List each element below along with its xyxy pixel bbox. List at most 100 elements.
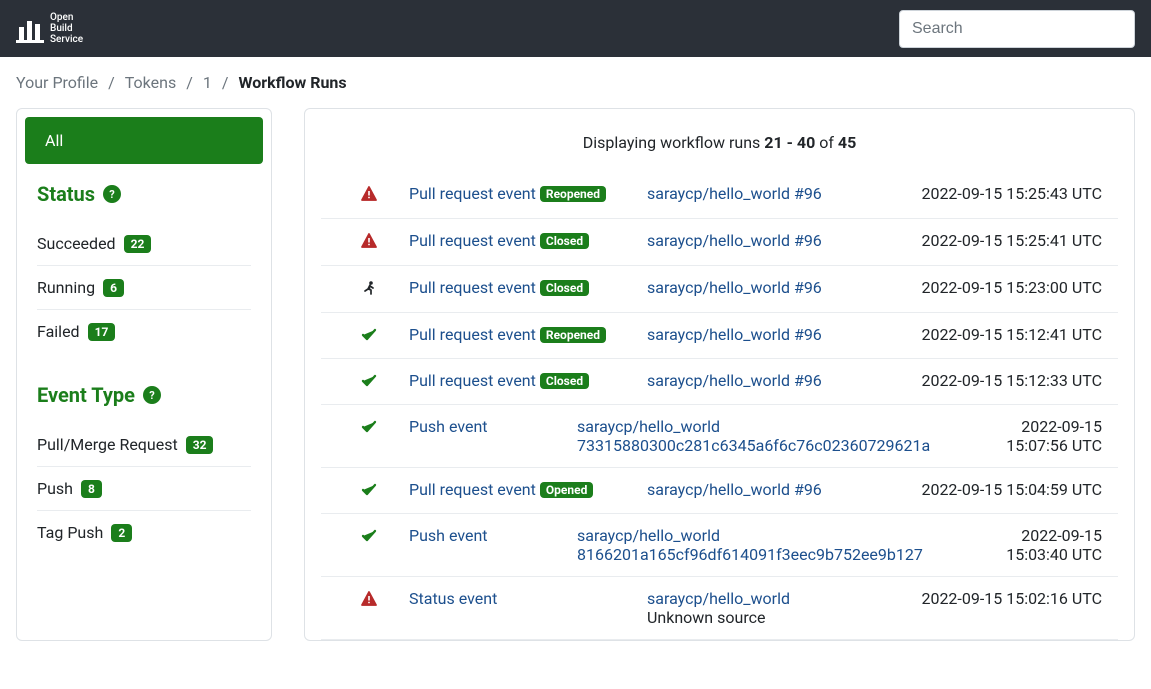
timestamp: 2022-09-15 15:07:56 UTC xyxy=(962,417,1102,455)
table-row[interactable]: Pull request eventReopened saraycp/hello_… xyxy=(321,172,1118,219)
filter-failed[interactable]: Failed 17 xyxy=(37,310,251,353)
breadcrumb-link-token-id[interactable]: 1 xyxy=(203,73,212,92)
filter-succeeded[interactable]: Succeeded 22 xyxy=(37,222,251,266)
status-icon-cell xyxy=(337,417,401,438)
status-section: Status ? Succeeded 22 Running 6 Failed 1… xyxy=(17,182,271,369)
status-badge: 6 xyxy=(103,279,124,297)
event-link[interactable]: Pull request event xyxy=(409,184,536,203)
table-row[interactable]: Pull request eventClosed saraycp/hello_wo… xyxy=(321,266,1118,313)
check-icon xyxy=(361,482,377,501)
event-link[interactable]: Push event xyxy=(409,417,488,436)
event-cell: Pull request eventClosed xyxy=(409,371,639,390)
status-title: Status ? xyxy=(37,182,251,206)
source-link[interactable]: saraycp/hello_world #96 xyxy=(647,231,822,250)
source-link[interactable]: saraycp/hello_world #96 xyxy=(647,480,822,499)
filter-push[interactable]: Push 8 xyxy=(37,467,251,511)
event-link[interactable]: Pull request event xyxy=(409,231,536,250)
event-cell: Status event xyxy=(409,589,639,608)
source-link[interactable]: saraycp/hello_world #96 xyxy=(647,184,822,203)
event-link[interactable]: Pull request event xyxy=(409,480,536,499)
status-filter-list: Succeeded 22 Running 6 Failed 17 xyxy=(37,222,251,353)
warning-icon xyxy=(361,233,377,253)
status-badge: 17 xyxy=(88,323,116,341)
timestamp: 2022-09-15 15:25:43 UTC xyxy=(912,184,1102,203)
table-row[interactable]: Push event saraycp/hello_world 7331588030… xyxy=(321,405,1118,468)
timestamp: 2022-09-15 15:12:41 UTC xyxy=(912,325,1102,344)
sidebar: All Status ? Succeeded 22 Running 6 Fail… xyxy=(16,108,272,641)
source-subtext: Unknown source xyxy=(647,608,904,627)
status-badge: 22 xyxy=(124,235,152,253)
source-link[interactable]: saraycp/hello_world 73315880300c281c6345… xyxy=(577,417,930,455)
table-row[interactable]: Pull request eventClosed saraycp/hello_wo… xyxy=(321,219,1118,266)
event-cell: Pull request eventReopened xyxy=(409,184,639,203)
event-link[interactable]: Pull request event xyxy=(409,325,536,344)
main-panel: Displaying workflow runs 21 - 40 of 45 P… xyxy=(304,108,1135,641)
event-state-pill: Closed xyxy=(540,233,589,249)
source-cell: saraycp/hello_world #96 xyxy=(647,278,904,297)
source-link[interactable]: saraycp/hello_world #96 xyxy=(647,371,822,390)
event-type-filter-list: Pull/Merge Request 32 Push 8 Tag Push 2 xyxy=(37,423,251,554)
event-cell: Pull request eventOpened xyxy=(409,480,639,499)
source-link[interactable]: saraycp/hello_world #96 xyxy=(647,278,822,297)
event-link[interactable]: Pull request event xyxy=(409,278,536,297)
check-icon xyxy=(361,419,377,438)
breadcrumb-sep: / xyxy=(186,73,193,92)
event-state-pill: Closed xyxy=(540,280,589,296)
status-badge: 2 xyxy=(111,524,132,542)
status-icon-cell xyxy=(337,526,401,547)
table-row[interactable]: Pull request eventClosed saraycp/hello_wo… xyxy=(321,359,1118,405)
status-badge: 8 xyxy=(81,480,102,498)
warning-icon xyxy=(361,186,377,206)
timestamp: 2022-09-15 15:02:16 UTC xyxy=(912,589,1102,608)
source-link[interactable]: saraycp/hello_world xyxy=(647,589,790,608)
status-icon-cell xyxy=(337,184,401,206)
filter-running[interactable]: Running 6 xyxy=(37,266,251,310)
source-cell: saraycp/hello_world #96 xyxy=(647,325,904,344)
help-icon[interactable]: ? xyxy=(103,185,121,203)
breadcrumb-link-tokens[interactable]: Tokens xyxy=(125,73,176,92)
search-input[interactable] xyxy=(899,10,1135,48)
status-icon-cell xyxy=(337,231,401,253)
status-icon-cell xyxy=(337,589,401,611)
source-link[interactable]: saraycp/hello_world #96 xyxy=(647,325,822,344)
event-cell: Pull request eventClosed xyxy=(409,278,639,297)
source-cell: saraycp/hello_world 8166201a165cf96df614… xyxy=(577,526,954,564)
event-state-pill: Opened xyxy=(540,482,593,498)
timestamp: 2022-09-15 15:12:33 UTC xyxy=(912,371,1102,390)
breadcrumb-link-profile[interactable]: Your Profile xyxy=(16,73,98,92)
help-icon[interactable]: ? xyxy=(143,386,161,404)
event-cell: Push event xyxy=(409,526,569,545)
workflow-runs-table: Pull request eventReopened saraycp/hello_… xyxy=(321,172,1118,640)
logo-text: Open Build Service xyxy=(50,12,83,45)
event-link[interactable]: Status event xyxy=(409,589,497,608)
table-row[interactable]: Push event saraycp/hello_world 8166201a16… xyxy=(321,514,1118,577)
filter-pull-merge[interactable]: Pull/Merge Request 32 xyxy=(37,423,251,467)
table-row[interactable]: Pull request eventReopened saraycp/hello_… xyxy=(321,313,1118,359)
timestamp: 2022-09-15 15:03:40 UTC xyxy=(962,526,1102,564)
event-link[interactable]: Push event xyxy=(409,526,488,545)
filter-tag-push[interactable]: Tag Push 2 xyxy=(37,511,251,554)
table-row[interactable]: Pull request eventOpened saraycp/hello_wo… xyxy=(321,468,1118,514)
navbar: Open Build Service xyxy=(0,0,1151,57)
timestamp: 2022-09-15 15:23:00 UTC xyxy=(912,278,1102,297)
status-icon-cell xyxy=(337,480,401,501)
source-link[interactable]: saraycp/hello_world 8166201a165cf96df614… xyxy=(577,526,923,564)
status-icon-cell xyxy=(337,278,401,300)
status-icon-cell xyxy=(337,325,401,346)
breadcrumb: Your Profile / Tokens / 1 / Workflow Run… xyxy=(0,57,1151,108)
event-link[interactable]: Pull request event xyxy=(409,371,536,390)
event-type-section: Event Type ? Pull/Merge Request 32 Push … xyxy=(17,383,271,570)
pagination-header: Displaying workflow runs 21 - 40 of 45 xyxy=(321,133,1118,152)
check-icon xyxy=(361,327,377,346)
breadcrumb-sep: / xyxy=(108,73,115,92)
event-cell: Push event xyxy=(409,417,569,436)
event-type-title: Event Type ? xyxy=(37,383,251,407)
warning-icon xyxy=(361,591,377,611)
table-row[interactable]: Status event saraycp/hello_worldUnknown s… xyxy=(321,577,1118,640)
filter-all[interactable]: All xyxy=(25,117,263,164)
source-cell: saraycp/hello_world 73315880300c281c6345… xyxy=(577,417,954,455)
event-cell: Pull request eventReopened xyxy=(409,325,639,344)
event-cell: Pull request eventClosed xyxy=(409,231,639,250)
source-cell: saraycp/hello_world #96 xyxy=(647,231,904,250)
logo[interactable]: Open Build Service xyxy=(16,12,83,45)
